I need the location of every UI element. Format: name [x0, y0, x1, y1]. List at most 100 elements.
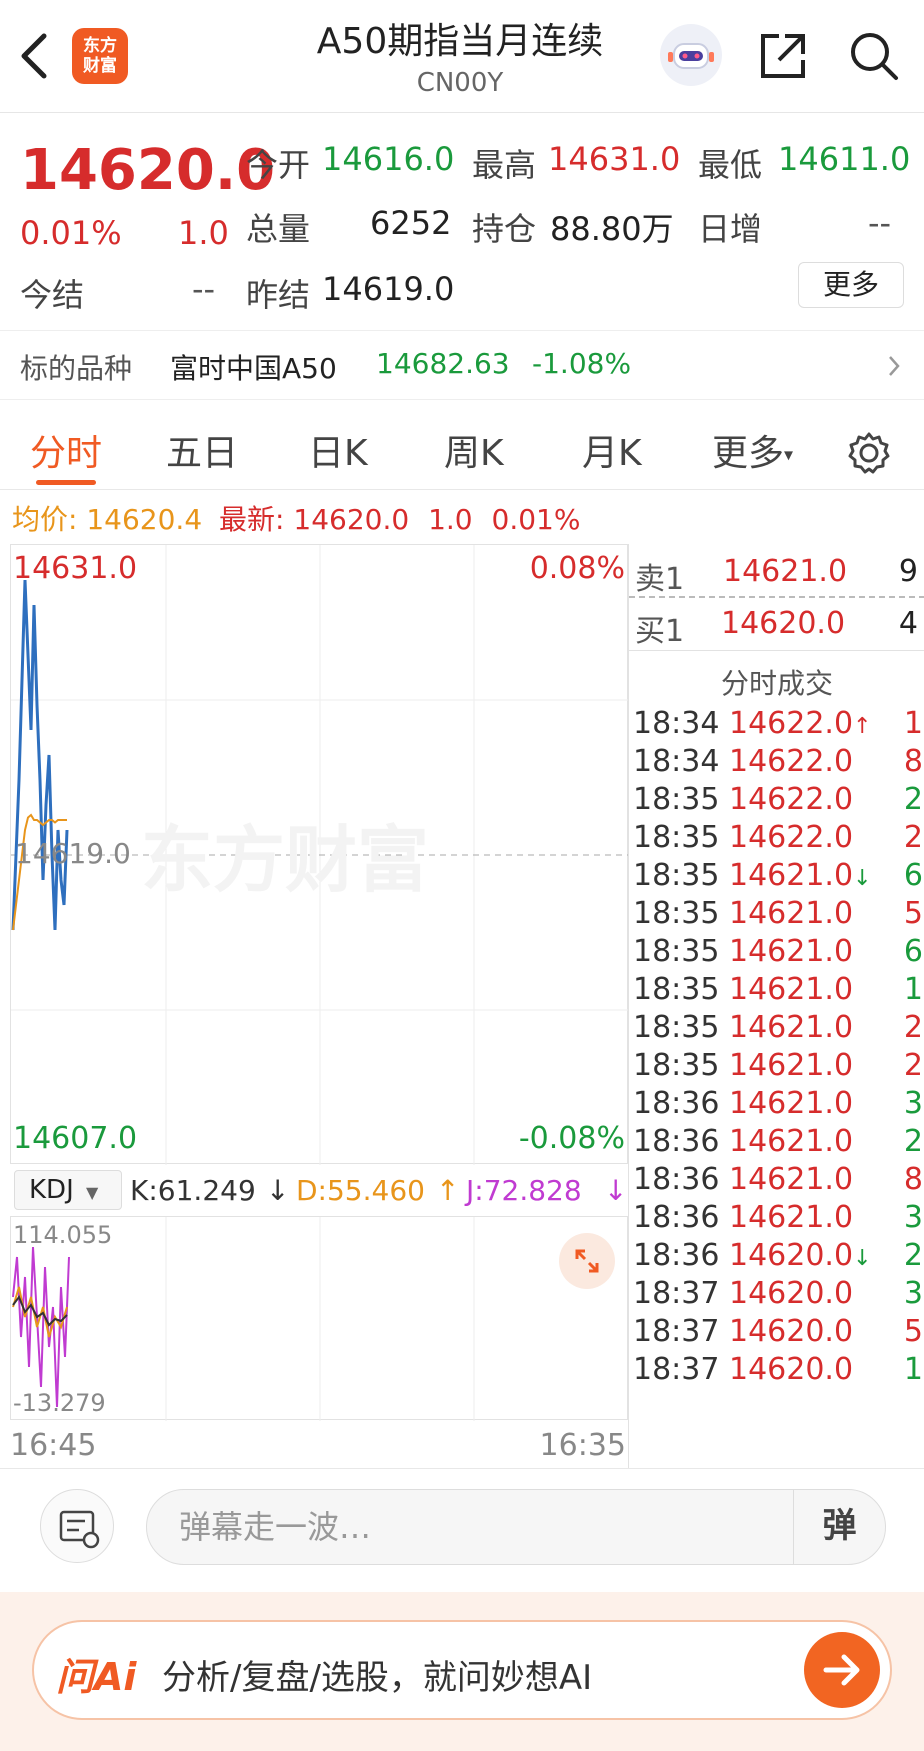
tick-time: 18:37 — [633, 1314, 720, 1349]
tab-intraday[interactable]: 分时 — [30, 424, 102, 476]
logo-text-bottom: 财富 — [83, 56, 117, 76]
danmu-bar: 弹幕走一波… 弹 — [0, 1468, 924, 1592]
page-subtitle: CN00Y — [416, 68, 504, 98]
latest-change-pct: 0.01% — [491, 503, 581, 536]
tick-price-value: 14622.0 — [729, 744, 854, 779]
danmu-input[interactable]: 弹幕走一波… 弹 — [146, 1489, 886, 1565]
ticks-title: 分时成交 — [720, 667, 833, 700]
tick-time: 18:35 — [633, 1010, 720, 1045]
tick-volume: 2 — [903, 1048, 923, 1083]
expand-icon — [575, 1249, 599, 1273]
volume-label: 总量 — [246, 210, 311, 248]
kdj-lines — [12, 1246, 70, 1408]
tick-price-value: 14621.0 — [729, 1124, 854, 1159]
chart-bottom-price: 14607.0 — [13, 1121, 138, 1156]
chart-bottom-pct: -0.08% — [518, 1121, 625, 1156]
bid1-volume: 4 — [898, 606, 918, 641]
tick-time: 18:36 — [633, 1238, 720, 1273]
tick-price: 14621.0 — [729, 1200, 853, 1235]
danmu-toggle-button[interactable]: 弹 — [793, 1490, 885, 1564]
tick-price-value: 14621.0 — [729, 896, 854, 931]
tick-price: 14621.0 — [729, 1124, 853, 1159]
chevron-right-icon — [889, 356, 900, 376]
tab-weekly-k[interactable]: 周K — [444, 424, 504, 476]
k-down-arrow-icon: ↓ — [266, 1174, 290, 1207]
chart-top-pct: 0.08% — [529, 551, 625, 586]
tick-price: 14621.0 — [729, 1048, 853, 1083]
indicator-selector-label: KDJ — [29, 1175, 74, 1205]
underlying-row[interactable]: 标的品种 富时中国A50 14682.63 -1.08% — [0, 330, 924, 400]
tick-volume: 2 — [903, 1124, 923, 1159]
top-header: 东方 财富 A50期指当月连续 CN00Y — [0, 0, 924, 113]
tick-row: 18:34 14622.0 8 — [633, 744, 923, 786]
tab-monthly-k[interactable]: 月K — [582, 424, 642, 476]
kdj-indicator-panel: KDJ ▼ K:61.249 ↓ D:55.460 ↑ J:72.828 ↓ 1… — [10, 1164, 628, 1421]
ai-go-button[interactable] — [804, 1632, 880, 1708]
indicator-selector[interactable]: KDJ ▼ — [14, 1170, 122, 1210]
danmu-list-button[interactable] — [40, 1489, 114, 1563]
kdj-chart[interactable]: 114.055 -13.279 — [10, 1216, 628, 1421]
tick-row: 18:35 14622.0 2 — [633, 820, 923, 862]
tick-time: 18:35 — [633, 934, 720, 969]
tick-volume: 8 — [903, 1162, 923, 1197]
tick-volume: 6 — [903, 858, 923, 893]
intraday-chart[interactable]: 东方财富 14631.0 0.08% 14619.0 14607.0 -0.08… — [10, 544, 629, 1165]
tick-time: 18:35 — [633, 972, 720, 1007]
tick-price-value: 14621.0 — [729, 1010, 854, 1045]
tick-time: 18:35 — [633, 858, 720, 893]
tab-daily-k[interactable]: 日K — [308, 424, 368, 476]
avg-value: 14620.4 — [86, 503, 203, 536]
book-separator — [629, 650, 924, 651]
high-label: 最高 — [472, 146, 537, 184]
tick-price: 14620.0↓ — [729, 1238, 872, 1273]
tick-price-value: 14622.0 — [729, 820, 854, 855]
tick-price: 14621.0 — [729, 972, 853, 1007]
tick-volume: 1 — [903, 1352, 923, 1387]
avg-price-line: 均价: 14620.4 最新: 14620.0 1.0 0.01% — [12, 498, 580, 538]
volume-value: 6252 — [370, 204, 452, 242]
tab-five-day[interactable]: 五日 — [166, 424, 238, 476]
share-icon[interactable] — [757, 30, 809, 82]
tick-row: 18:37 14620.0 5 — [633, 1314, 923, 1356]
app-logo[interactable]: 东方 财富 — [72, 28, 128, 84]
tick-price-value: 14621.0 — [729, 1162, 854, 1197]
ask1-price: 14621.0 — [723, 554, 848, 589]
assistant-robot-icon[interactable] — [660, 24, 722, 86]
settle-value: -- — [192, 270, 216, 308]
tab-more[interactable]: 更多▾ — [712, 424, 793, 476]
tick-time: 18:34 — [633, 706, 720, 741]
tick-price-value: 14622.0 — [729, 706, 854, 741]
tick-time: 18:35 — [633, 782, 720, 817]
ai-logo: 问Ai — [56, 1655, 137, 1699]
tick-row: 18:36 14620.0↓ 2 — [633, 1238, 923, 1280]
danmu-list-icon — [59, 1510, 100, 1549]
change-pct: 0.01% — [20, 214, 122, 252]
tick-price: 14620.0 — [729, 1276, 853, 1311]
tick-volume: 1 — [903, 706, 923, 741]
search-icon[interactable] — [848, 30, 900, 82]
tick-row: 18:35 14621.0 1 — [633, 972, 923, 1014]
tick-time: 18:36 — [633, 1162, 720, 1197]
ai-ask-bar[interactable]: 问Ai 分析/复盘/选股，就问妙想AI — [32, 1620, 892, 1720]
tick-price: 14622.0 — [729, 782, 853, 817]
open-interest-value: 88.80万 — [550, 210, 674, 248]
tick-time: 18:36 — [633, 1200, 720, 1235]
tick-volume: 2 — [903, 1010, 923, 1045]
ask1-volume: 9 — [898, 554, 918, 589]
more-quote-button[interactable]: 更多 — [798, 262, 904, 308]
ai-prompt-text: 分析/复盘/选股，就问妙想AI — [162, 1658, 593, 1698]
low-label: 最低 — [698, 146, 763, 184]
tick-volume: 6 — [903, 934, 923, 969]
tick-row: 18:35 14621.0 2 — [633, 1048, 923, 1090]
latest-label: 最新: — [219, 503, 285, 536]
tick-price: 14622.0 — [729, 820, 853, 855]
tick-price-value: 14620.0 — [729, 1314, 854, 1349]
kdj-bottom-value: -13.279 — [13, 1389, 106, 1417]
expand-chart-button[interactable] — [559, 1233, 615, 1289]
time-axis: 16:45 16:35 — [10, 1420, 628, 1468]
tick-price: 14622.0 — [729, 744, 853, 779]
back-arrow-icon[interactable] — [14, 28, 54, 84]
tick-price: 14621.0 — [729, 1086, 853, 1121]
gear-icon[interactable] — [846, 430, 892, 476]
tick-price-value: 14620.0 — [729, 1238, 854, 1273]
